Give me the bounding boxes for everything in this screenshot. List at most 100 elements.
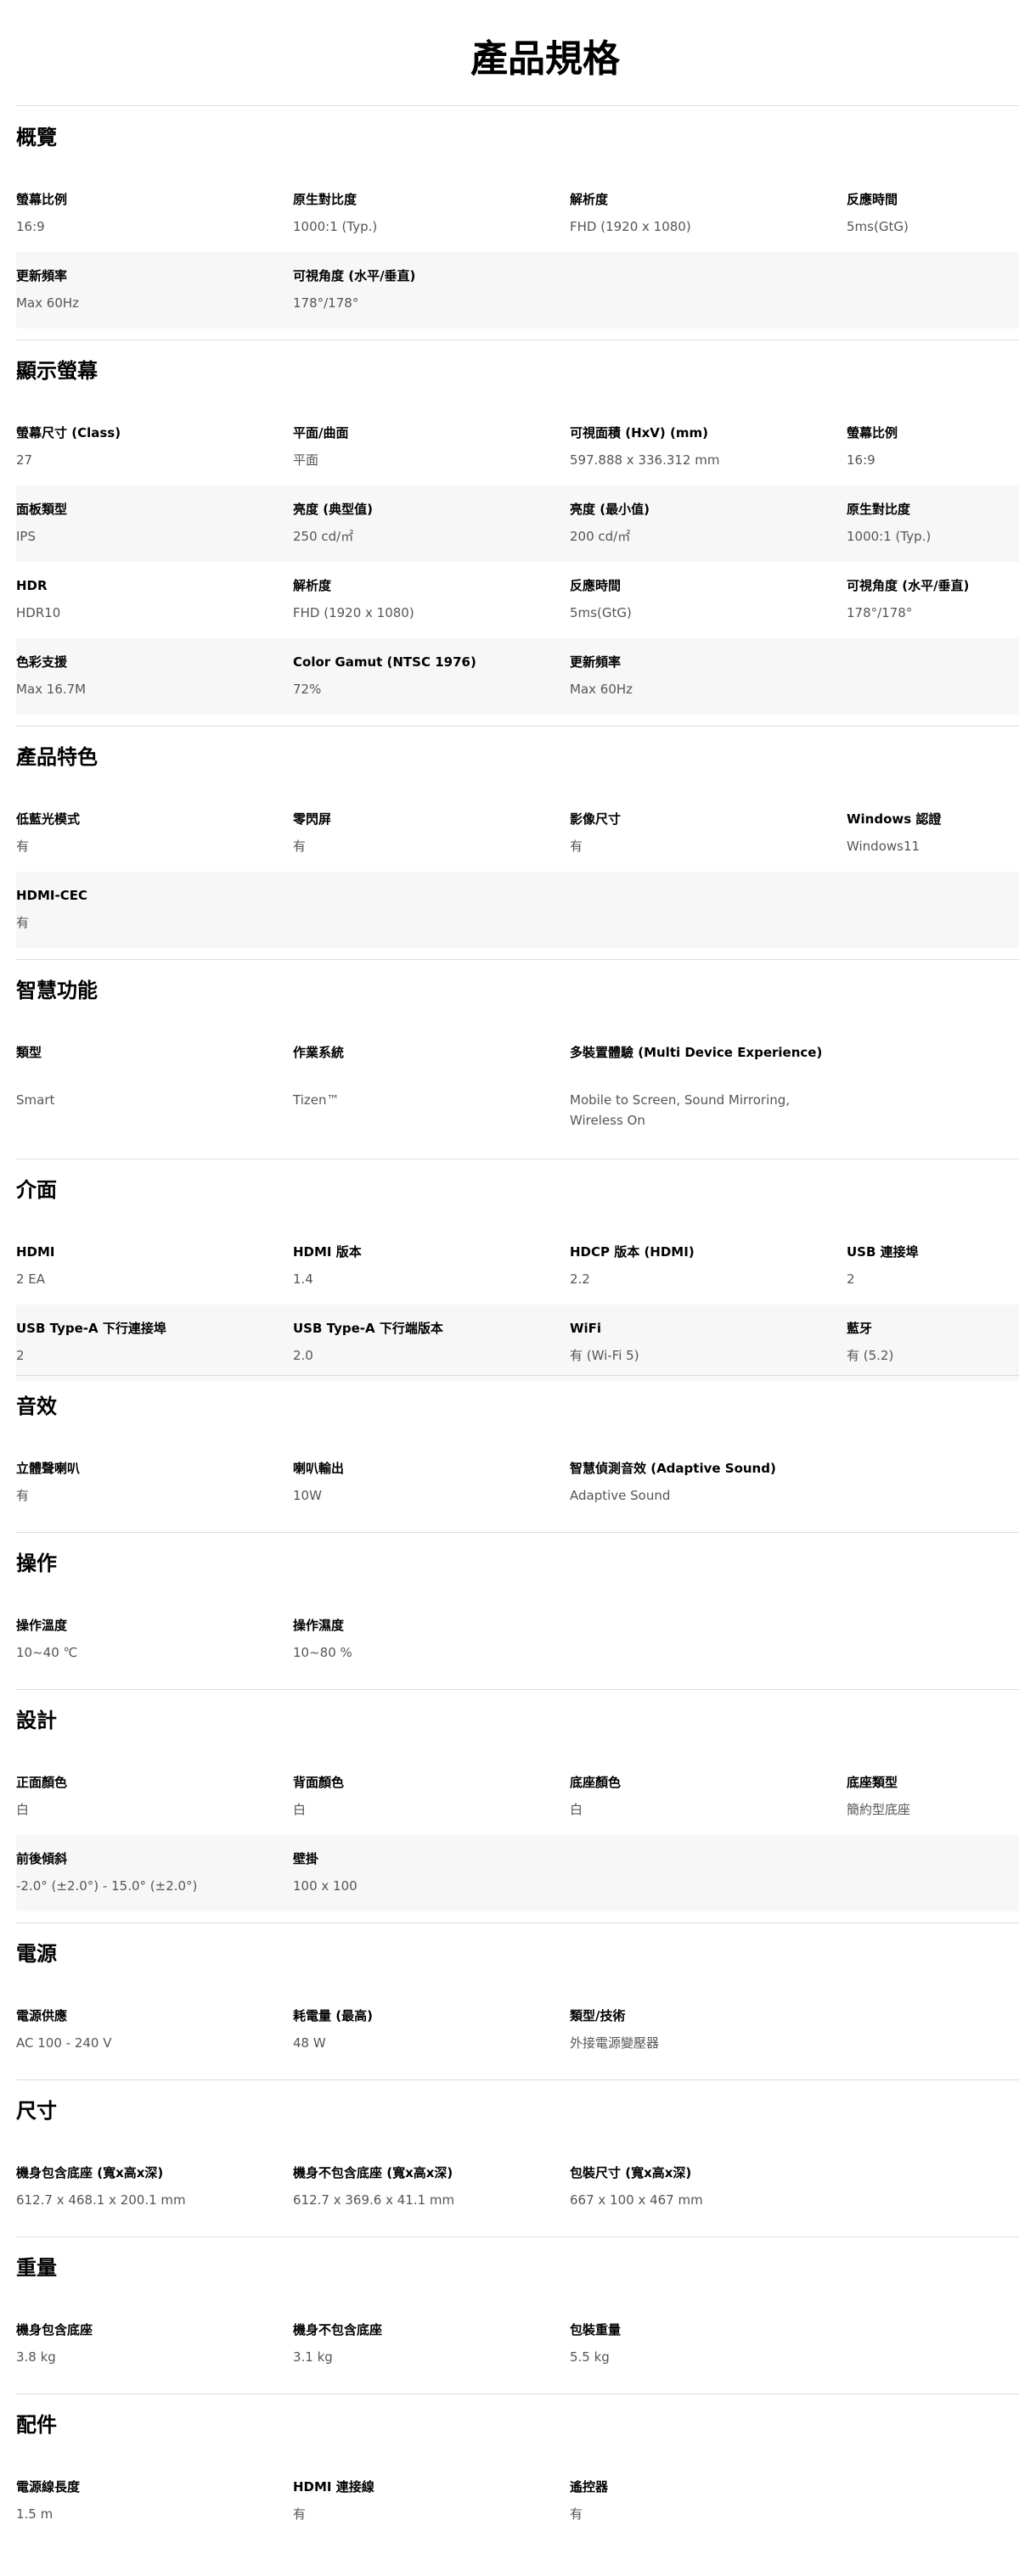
spec-label: 反應時間: [570, 578, 622, 593]
spec-label: 色彩支援: [16, 654, 68, 670]
spec-value: 白: [16, 1802, 30, 1817]
spec-row: 操作溫度 10~40 ℃ 操作濕度 10~80 %: [0, 1602, 1019, 1678]
spec-value: Windows11: [847, 839, 920, 854]
spec-label: 解析度: [293, 578, 332, 593]
spec-value: Max 16.7M: [16, 682, 87, 697]
spec-row: 機身包含底座 (寬x高x深) 612.7 x 468.1 x 200.1 mm 機身…: [0, 2149, 1019, 2225]
spec-rows: 螢幕比例 16:9 原生對比度 1000:1 (Typ.) 解析度 FHD (1920 x…: [0, 176, 1019, 328]
spec-value: 5ms(GtG): [570, 605, 632, 620]
section-divider: [16, 959, 1019, 960]
spec-label: 喇叭輸出: [293, 1461, 345, 1476]
spec-value: 1000:1 (Typ.): [847, 529, 932, 544]
spec-label: 亮度 (最小值): [570, 502, 650, 517]
section-divider: [16, 726, 1019, 727]
spec-row: HDMI-CEC 有: [16, 872, 1019, 948]
section-title: 電源: [16, 1942, 57, 1966]
spec-rows: 立體聲喇叭有 喇叭輸出 10W 智慧偵測音效 (Adaptive Sound) Adap…: [0, 1445, 1019, 1521]
spec-value: 有: [570, 2506, 583, 2522]
spec-value: 1000:1 (Typ.): [293, 219, 378, 234]
section-divider: [16, 1532, 1019, 1533]
spec-value: 1.5 m: [16, 2506, 53, 2522]
spec-value: 白: [570, 1802, 583, 1817]
spec-value: 178°/178°: [847, 605, 913, 620]
spec-label: HDMI-CEC: [16, 888, 88, 903]
spec-row: 低藍光模式有 零閃屏有 影像尺寸有 Windows 認證 Windows11: [0, 795, 1019, 872]
section-divider: [16, 2236, 1019, 2237]
spec-label: 更新頻率: [570, 654, 622, 670]
spec-label: 面板類型: [16, 502, 68, 517]
spec-value: 2: [16, 1348, 25, 1363]
spec-label: USB Type-A 下行端版本: [293, 1321, 443, 1336]
spec-label: 低藍光模式: [16, 811, 81, 827]
spec-value: 178°/178°: [293, 295, 359, 311]
spec-label: HDMI: [16, 1244, 55, 1260]
spec-value: 667 x 100 x 467 mm: [570, 2192, 703, 2208]
divider: [16, 105, 1019, 106]
spec-value: 2.0: [293, 1348, 313, 1363]
spec-value: 有: [293, 839, 307, 854]
spec-label: 機身不包含底座: [293, 2322, 383, 2337]
spec-row: HDMI 2 EA HDMI 版本 1.4 HDCP 版本 (HDMI) 2.2 USB 連…: [0, 1228, 1019, 1305]
spec-label: 影像尺寸: [570, 811, 622, 827]
spec-label: HDR: [16, 578, 48, 593]
spec-label: 正面顏色: [16, 1775, 68, 1790]
spec-value: 10W: [293, 1488, 322, 1503]
spec-value: 5.5 kg: [570, 2349, 610, 2365]
spec-value: 612.7 x 468.1 x 200.1 mm: [16, 2192, 186, 2208]
spec-label: HDCP 版本 (HDMI): [570, 1244, 695, 1260]
spec-label: Color Gamut (NTSC 1976): [293, 654, 476, 670]
spec-label: 遙控器: [570, 2479, 609, 2495]
spec-row: 機身包含底座 3.8 kg 機身不包含底座 3.1 kg 包裝重量 5.5 kg: [0, 2306, 1019, 2382]
spec-label: 原生對比度: [847, 502, 911, 517]
spec-row: 電源線長度 1.5 m HDMI 連接線有 遙控器有: [0, 2463, 1019, 2540]
spec-value: 3.8 kg: [16, 2349, 56, 2365]
spec-label: 螢幕尺寸 (Class): [16, 425, 121, 441]
spec-value: Max 60Hz: [570, 682, 633, 697]
spec-value: 16:9: [16, 219, 45, 234]
spec-row: 螢幕尺寸 (Class) 27 平面/曲面 平面 可視面積 (HxV) (mm) 597.…: [0, 409, 1019, 485]
spec-value: 250 cd/㎡: [293, 529, 354, 544]
spec-label: 操作溫度: [16, 1618, 68, 1633]
spec-value: Max 60Hz: [16, 295, 80, 311]
spec-row: 立體聲喇叭有 喇叭輸出 10W 智慧偵測音效 (Adaptive Sound) Adap…: [0, 1445, 1019, 1521]
spec-rows: HDMI 2 EA HDMI 版本 1.4 HDCP 版本 (HDMI) 2.2 USB 連…: [0, 1228, 1019, 1381]
spec-value: Smart: [16, 1092, 55, 1108]
spec-value: FHD (1920 x 1080): [293, 605, 414, 620]
section-title: 音效: [16, 1395, 57, 1418]
spec-label: 更新頻率: [16, 268, 68, 283]
spec-value: HDR10: [16, 605, 61, 620]
spec-value: FHD (1920 x 1080): [570, 219, 691, 234]
section-divider: [16, 1375, 1019, 1376]
spec-label: 機身包含底座: [16, 2322, 93, 2337]
spec-rows: 操作溫度 10~40 ℃ 操作濕度 10~80 %: [0, 1602, 1019, 1678]
spec-value: 平面: [293, 452, 319, 468]
spec-value: 有: [570, 839, 583, 854]
spec-value: 3.1 kg: [293, 2349, 333, 2365]
spec-value: 簡約型底座: [847, 1802, 911, 1817]
section-title: 概覽: [16, 126, 57, 149]
spec-label: 電源供應: [16, 2008, 68, 2023]
spec-value: 27: [16, 452, 33, 468]
spec-rows: 低藍光模式有 零閃屏有 影像尺寸有 Windows 認證 Windows11 HDMI-C…: [0, 795, 1019, 948]
spec-label: 螢幕比例: [16, 192, 68, 207]
spec-value: -2.0° (±2.0°) - 15.0° (±2.0°): [16, 1878, 198, 1894]
section-title: 尺寸: [16, 2099, 57, 2123]
spec-label: 解析度: [570, 192, 609, 207]
spec-label: 前後傾斜: [16, 1851, 68, 1866]
spec-value: 5ms(GtG): [847, 219, 909, 234]
spec-value: 16:9: [847, 452, 875, 468]
spec-label: 零閃屏: [293, 811, 332, 827]
spec-rows: 螢幕尺寸 (Class) 27 平面/曲面 平面 可視面積 (HxV) (mm) 597.…: [0, 409, 1019, 715]
spec-value: 有 (Wi-Fi 5): [570, 1348, 639, 1363]
spec-label: 亮度 (典型值): [293, 502, 373, 517]
spec-row: HDR HDR10 解析度 FHD (1920 x 1080) 反應時間 5ms(GtG)…: [0, 562, 1019, 638]
spec-label: 類型: [16, 1045, 42, 1060]
spec-label: 原生對比度: [293, 192, 357, 207]
spec-rows: 正面顏色白 背面顏色白 底座顏色白 底座類型 簡約型底座 前後傾斜 -2.0° (±2.0°…: [0, 1759, 1019, 1911]
section-title: 設計: [16, 1709, 57, 1732]
spec-row: 色彩支援 Max 16.7M Color Gamut (NTSC 1976) 72% 更…: [16, 638, 1019, 715]
spec-value: 白: [293, 1802, 307, 1817]
spec-label: 多裝置體驗 (Multi Device Experience): [570, 1045, 823, 1060]
spec-value: 有: [16, 915, 30, 930]
spec-value: 100 x 100: [293, 1878, 357, 1894]
